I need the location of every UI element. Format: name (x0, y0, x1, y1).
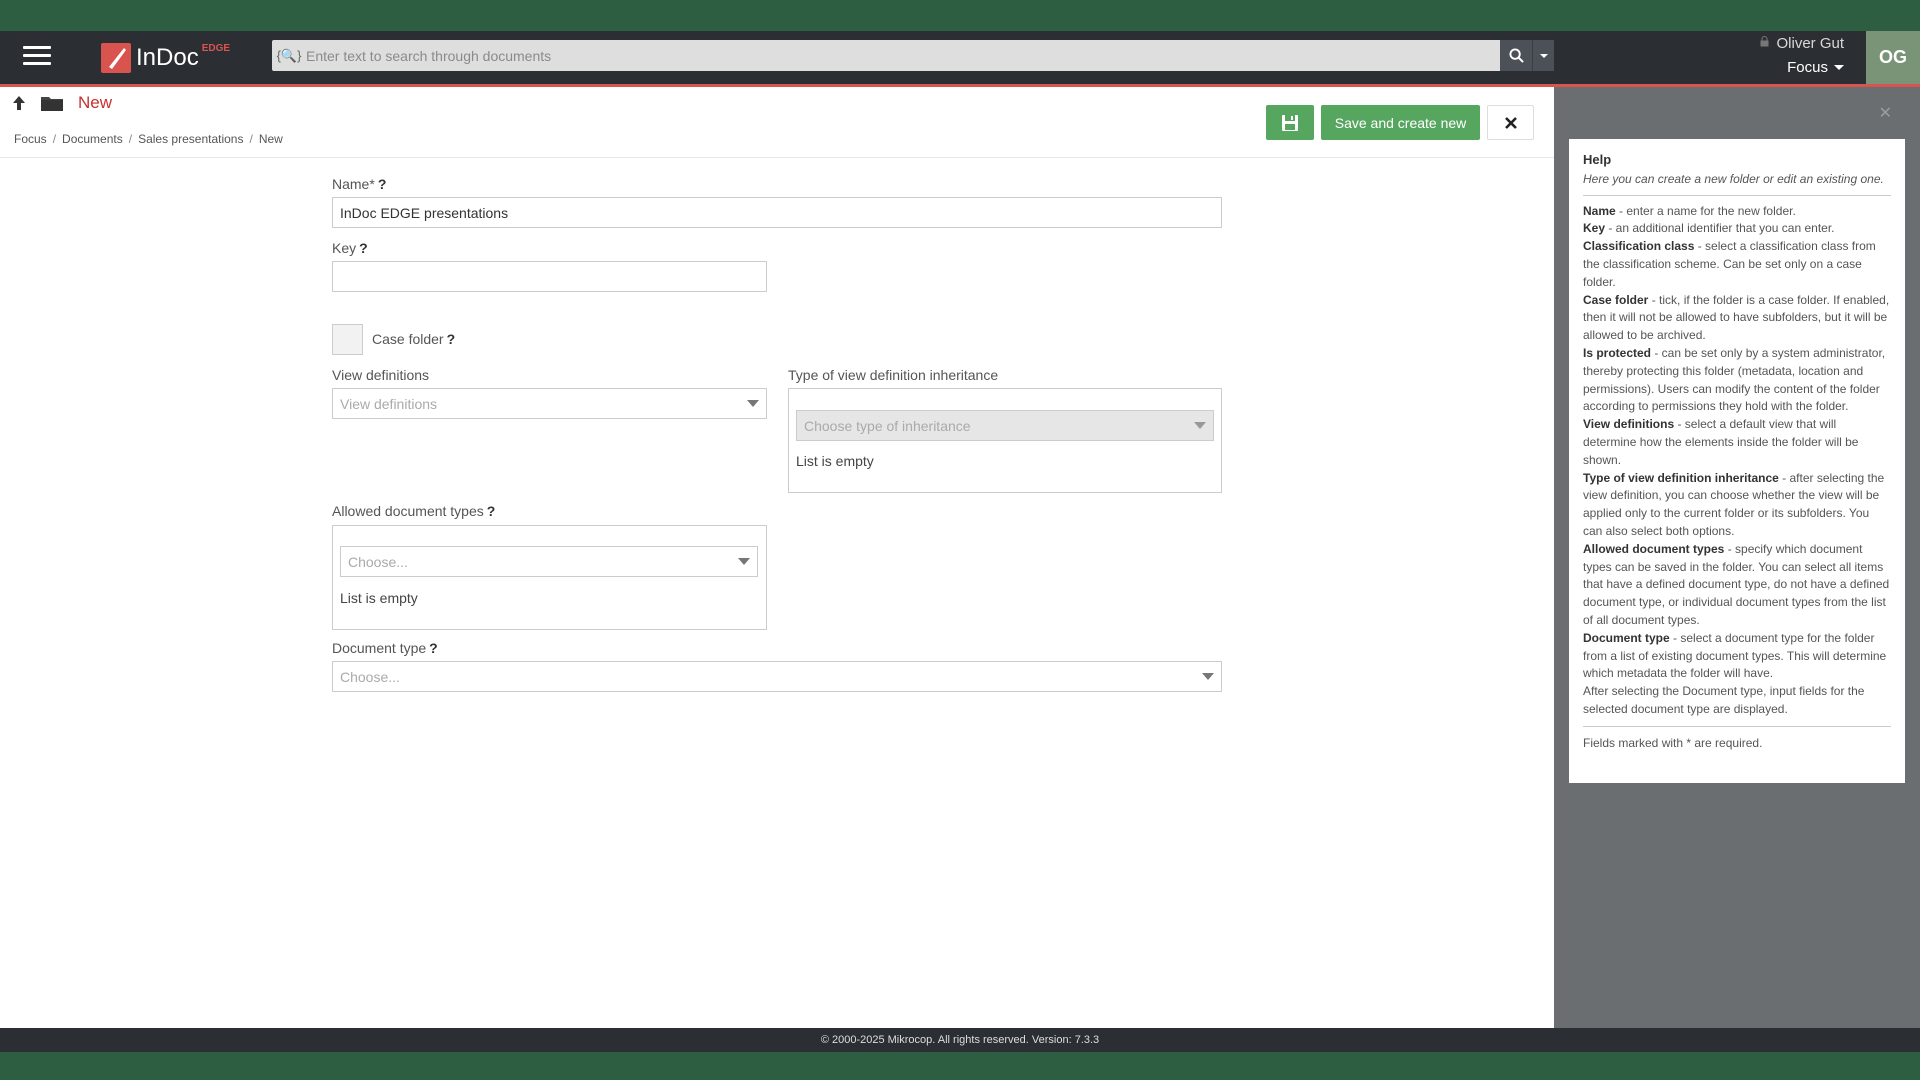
document-type-select[interactable]: Choose... (332, 661, 1222, 692)
floppy-disk-icon (1282, 114, 1298, 131)
allowed-types-label: Allowed document types? (332, 503, 496, 519)
case-folder-label: Case folder? (372, 331, 456, 347)
key-label: Key? (332, 240, 368, 256)
app-name: InDoc (136, 44, 199, 71)
magnifier-icon (1508, 48, 1524, 63)
context-label: Focus (1787, 59, 1828, 76)
breadcrumb-focus[interactable]: Focus (14, 132, 47, 146)
breadcrumb-current: New (258, 132, 283, 146)
folder-icon (41, 97, 63, 111)
help-item: Key - an additional identifier that you … (1583, 221, 1835, 236)
caret-down-icon (1539, 53, 1548, 58)
help-item: Allowed document types - specify which d… (1583, 541, 1890, 627)
help-item: Document type - select a document type f… (1583, 630, 1887, 681)
case-folder-help-icon[interactable]: ? (447, 331, 456, 347)
allowed-types-box: Choose... List is empty (332, 525, 767, 630)
top-bar: InDoc EDGE {🔍} Oliver Gut Focus OG (0, 31, 1920, 84)
document-type-help-icon[interactable]: ? (429, 640, 438, 656)
name-label: Name*? (332, 176, 387, 192)
chevron-down-icon (1834, 65, 1844, 70)
query-search-icon: {🔍} (276, 47, 302, 63)
context-selector[interactable]: Focus (1787, 59, 1844, 76)
search-input[interactable] (306, 47, 1500, 64)
app-edition: EDGE (201, 42, 231, 54)
help-item: Name - enter a name for the new folder. (1583, 203, 1796, 218)
key-field[interactable] (332, 261, 767, 292)
help-item: Type of view definition inheritance - af… (1583, 470, 1885, 538)
dropdown-arrow-icon (1194, 422, 1206, 429)
breadcrumb-sales-presentations[interactable]: Sales presentations (138, 132, 243, 146)
help-item: Case folder - tick, if the folder is a c… (1583, 292, 1890, 343)
allowed-types-select[interactable]: Choose... (340, 546, 758, 577)
help-item: Classification class - select a classifi… (1583, 239, 1876, 289)
view-definitions-select[interactable]: View definitions (332, 388, 767, 419)
key-help-icon[interactable]: ? (359, 240, 368, 256)
main-content: New Focus / Documents / Sales presentation… (0, 87, 1554, 1028)
app-logo[interactable]: InDoc EDGE (100, 41, 230, 75)
breadcrumb-documents[interactable]: Documents (62, 132, 123, 146)
inheritance-select[interactable]: Choose type of inheritance (796, 410, 1214, 441)
hamburger-menu-icon[interactable] (23, 46, 51, 68)
inheritance-label: Type of view definition inheritance (788, 367, 999, 383)
help-panel: Help Here you can create a new folder or… (1569, 139, 1905, 783)
help-after: After selecting the Document type, input… (1583, 684, 1865, 716)
allowed-types-empty-text: List is empty (340, 590, 418, 606)
close-sidebar-icon[interactable]: ✕ (1879, 103, 1892, 123)
search-button[interactable] (1500, 40, 1532, 71)
dropdown-arrow-icon (738, 558, 750, 565)
indoc-logo-icon (101, 43, 131, 73)
footer: © 2000-2025 Mikrocop. All rights reserve… (0, 1028, 1920, 1052)
view-definitions-label: View definitions (332, 367, 430, 383)
breadcrumb: Focus / Documents / Sales presentations / N… (14, 132, 283, 146)
help-sidebar: ✕ Help Here you can create a new folder … (1554, 87, 1920, 1028)
inheritance-empty-text: List is empty (796, 453, 874, 469)
save-button[interactable] (1266, 105, 1314, 140)
search-options-button[interactable] (1532, 40, 1554, 71)
help-intro: Here you can create a new folder or edit… (1583, 171, 1891, 196)
help-item: View definitions - select a default view… (1583, 417, 1859, 467)
help-footnote: Fields marked with * are required. (1583, 725, 1891, 753)
save-and-create-new-button[interactable]: Save and create new (1321, 105, 1480, 140)
name-help-icon[interactable]: ? (378, 176, 387, 192)
close-button[interactable] (1487, 105, 1534, 140)
user-menu[interactable]: Oliver Gut (1760, 35, 1844, 52)
avatar[interactable]: OG (1866, 31, 1920, 84)
help-item: Is protected - can be set only by a syst… (1583, 345, 1886, 414)
close-icon (1504, 116, 1517, 129)
allowed-types-help-icon[interactable]: ? (487, 503, 496, 519)
case-folder-checkbox[interactable] (332, 324, 363, 355)
document-type-label: Document type? (332, 640, 438, 656)
up-arrow-icon[interactable] (12, 95, 26, 111)
help-title: Help (1583, 152, 1612, 167)
user-name: Oliver Gut (1776, 35, 1844, 52)
header-divider (0, 157, 1554, 158)
search-bar: {🔍} (272, 40, 1500, 71)
lock-icon (1760, 36, 1769, 47)
page-header: New (12, 93, 112, 113)
name-field[interactable] (332, 197, 1222, 228)
dropdown-arrow-icon (747, 400, 759, 407)
dropdown-arrow-icon (1202, 673, 1214, 680)
page-title: New (78, 93, 113, 112)
inheritance-box: Choose type of inheritance List is empty (788, 388, 1222, 493)
